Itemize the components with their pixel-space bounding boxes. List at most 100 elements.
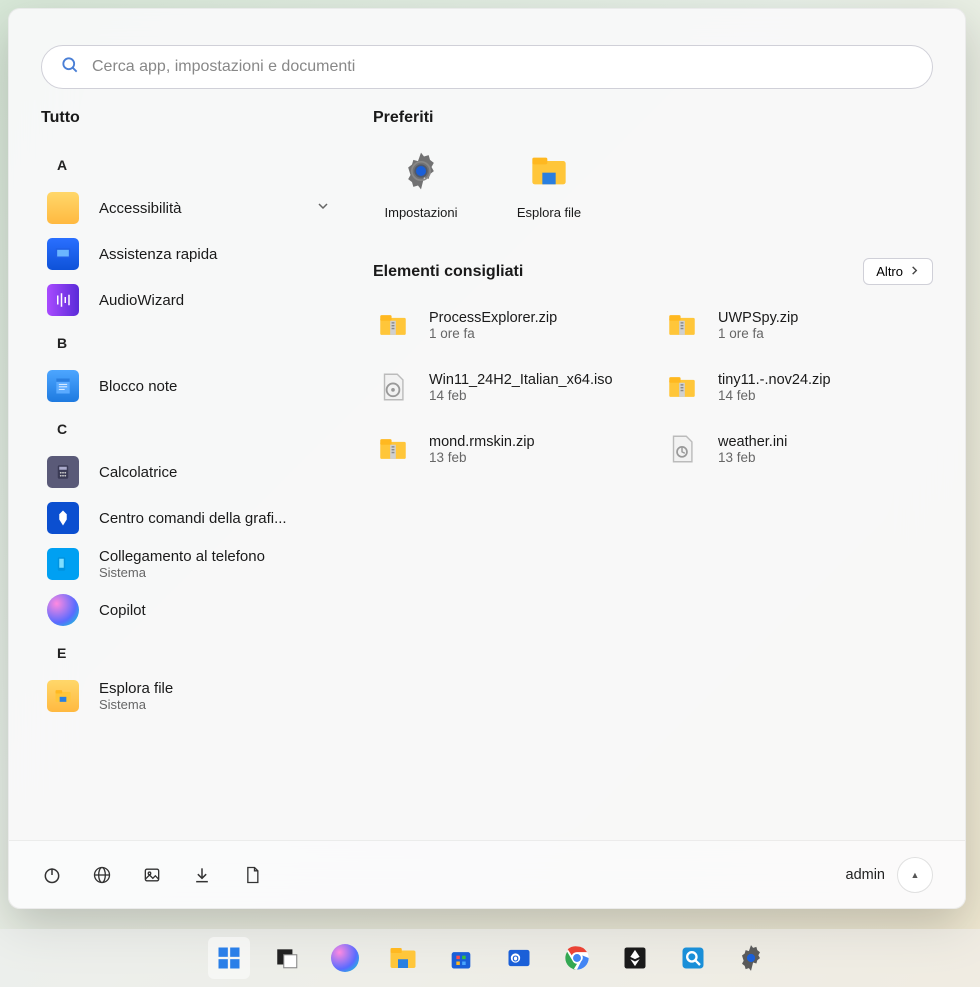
rec-name: tiny11.-.nov24.zip <box>718 372 831 388</box>
app-list: A Accessibilità Assistenza rapida <box>41 145 341 719</box>
notepad-icon <box>47 370 79 402</box>
app-copilot[interactable]: Copilot <box>41 587 341 633</box>
recommended-item[interactable]: UWPSpy.zip1 ore fa <box>662 305 933 345</box>
app-blocco-note[interactable]: Blocco note <box>41 363 341 409</box>
app-label: Calcolatrice <box>99 464 341 481</box>
taskbar-store[interactable] <box>440 937 482 979</box>
settings-icon <box>401 151 441 191</box>
pictures-icon[interactable] <box>141 864 163 886</box>
pinned-title: Preferiti <box>373 109 933 127</box>
app-accessibilita[interactable]: Accessibilità <box>41 185 341 231</box>
recommended-grid: ProcessExplorer.zip1 ore faUWPSpy.zip1 o… <box>373 305 933 469</box>
taskbar-app-dark[interactable] <box>614 937 656 979</box>
pinned-settings[interactable]: Impostazioni <box>373 145 469 220</box>
rec-time: 14 feb <box>718 388 831 403</box>
letter-header[interactable]: C <box>41 409 341 449</box>
all-apps-title: Tutto <box>41 109 341 127</box>
documents-icon[interactable] <box>241 864 263 886</box>
rec-name: mond.rmskin.zip <box>429 434 535 450</box>
folder-icon <box>47 192 79 224</box>
network-icon[interactable] <box>91 864 113 886</box>
user-name: admin <box>846 867 886 883</box>
copilot-icon <box>47 594 79 626</box>
user-avatar: ▲ <box>897 857 933 893</box>
power-icon[interactable] <box>41 864 63 886</box>
letter-header[interactable]: B <box>41 323 341 363</box>
rec-name: ProcessExplorer.zip <box>429 310 557 326</box>
app-label: Accessibilità <box>99 200 317 217</box>
file-icon <box>375 307 411 343</box>
recommended-item[interactable]: ProcessExplorer.zip1 ore fa <box>373 305 644 345</box>
start-footer: admin ▲ <box>9 840 965 908</box>
recommended-title: Elementi consigliati <box>373 263 523 281</box>
search-input[interactable] <box>92 58 914 76</box>
rec-time: 13 feb <box>718 450 787 465</box>
app-centro-comandi-grafica[interactable]: Centro comandi della grafi... <box>41 495 341 541</box>
rec-time: 1 ore fa <box>429 326 557 341</box>
app-sublabel: Sistema <box>99 565 341 580</box>
downloads-icon[interactable] <box>191 864 213 886</box>
all-apps-column: Tutto A Accessibilità Assistenza rapida <box>41 109 341 840</box>
letter-header[interactable]: A <box>41 145 341 185</box>
audio-icon <box>47 284 79 316</box>
start-button[interactable] <box>208 937 250 979</box>
file-icon <box>664 307 700 343</box>
taskbar-search-app[interactable] <box>672 937 714 979</box>
pinned-explorer[interactable]: Esplora file <box>501 145 597 220</box>
rec-time: 1 ore fa <box>718 326 798 341</box>
file-icon <box>664 369 700 405</box>
recommended-item[interactable]: mond.rmskin.zip13 feb <box>373 429 644 469</box>
taskbar-settings[interactable] <box>730 937 772 979</box>
taskbar-copilot[interactable] <box>324 937 366 979</box>
phone-link-icon <box>47 548 79 580</box>
user-account[interactable]: admin ▲ <box>846 857 934 893</box>
rec-time: 13 feb <box>429 450 535 465</box>
app-assistenza-rapida[interactable]: Assistenza rapida <box>41 231 341 277</box>
taskbar-outlook[interactable]: O <box>498 937 540 979</box>
right-column: Preferiti Impostazioni Esplora file Elem… <box>373 109 933 840</box>
pinned-grid: Impostazioni Esplora file <box>373 145 933 220</box>
svg-text:O: O <box>512 955 518 964</box>
app-label: Copilot <box>99 602 341 619</box>
taskbar-chrome[interactable] <box>556 937 598 979</box>
search-region <box>9 9 965 101</box>
app-collegamento-telefono[interactable]: Collegamento al telefono Sistema <box>41 541 341 587</box>
app-esplora-file[interactable]: Esplora file Sistema <box>41 673 341 719</box>
chevron-right-icon <box>909 264 920 279</box>
rec-time: 14 feb <box>429 388 613 403</box>
file-icon <box>375 431 411 467</box>
rec-name: weather.ini <box>718 434 787 450</box>
rec-name: Win11_24H2_Italian_x64.iso <box>429 372 613 388</box>
more-button[interactable]: Altro <box>863 258 933 285</box>
calculator-icon <box>47 456 79 488</box>
app-label: Esplora file <box>99 680 341 697</box>
taskbar-explorer[interactable] <box>382 937 424 979</box>
search-icon <box>60 55 80 80</box>
app-sublabel: Sistema <box>99 697 341 712</box>
app-label: Assistenza rapida <box>99 246 341 263</box>
quick-assist-icon <box>47 238 79 270</box>
graphics-icon <box>47 502 79 534</box>
more-label: Altro <box>876 264 903 279</box>
app-audiowizard[interactable]: AudioWizard <box>41 277 341 323</box>
pinned-label: Esplora file <box>517 205 581 220</box>
app-label: Blocco note <box>99 378 341 395</box>
app-label: Collegamento al telefono <box>99 548 341 565</box>
recommended-item[interactable]: tiny11.-.nov24.zip14 feb <box>662 367 933 407</box>
taskbar: O <box>0 929 980 987</box>
search-box[interactable] <box>41 45 933 89</box>
start-menu: Tutto A Accessibilità Assistenza rapida <box>8 8 966 909</box>
letter-header[interactable]: E <box>41 633 341 673</box>
recommended-item[interactable]: Win11_24H2_Italian_x64.iso14 feb <box>373 367 644 407</box>
explorer-icon <box>47 680 79 712</box>
app-calcolatrice[interactable]: Calcolatrice <box>41 449 341 495</box>
file-icon <box>375 369 411 405</box>
pinned-label: Impostazioni <box>385 205 458 220</box>
app-label: Centro comandi della grafi... <box>99 510 341 527</box>
file-icon <box>664 431 700 467</box>
rec-name: UWPSpy.zip <box>718 310 798 326</box>
taskbar-taskview[interactable] <box>266 937 308 979</box>
recommended-item[interactable]: weather.ini13 feb <box>662 429 933 469</box>
explorer-icon <box>529 151 569 191</box>
chevron-down-icon <box>317 199 329 217</box>
